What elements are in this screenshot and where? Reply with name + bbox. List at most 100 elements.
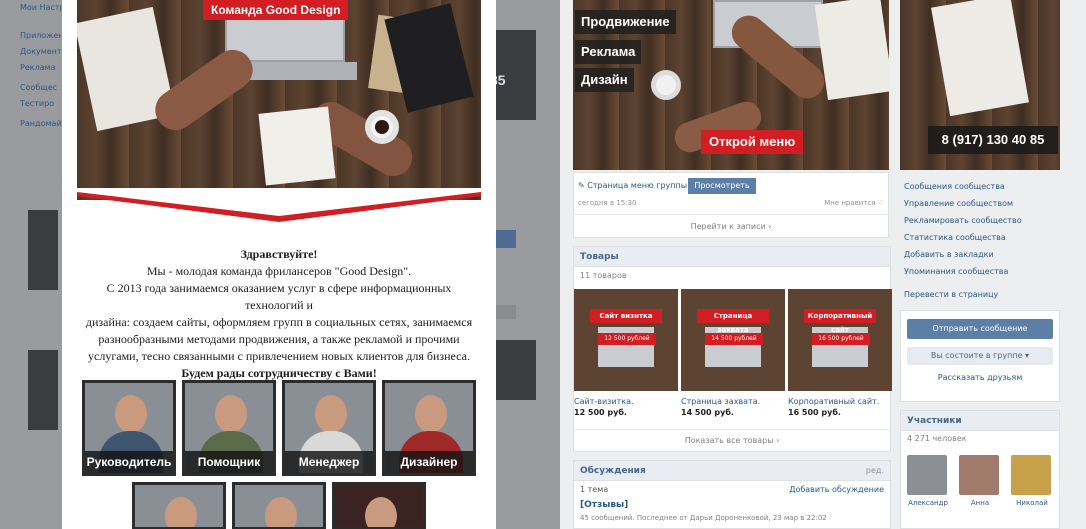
person-photo bbox=[415, 395, 447, 433]
team-role: Менеджер bbox=[285, 451, 373, 473]
screen: Мои Настр Приложен Документы Реклама Соо… bbox=[0, 0, 1086, 529]
community-actions: Отправить сообщение Вы состоите в группе… bbox=[900, 310, 1060, 402]
hero-image: Команда Good Design bbox=[77, 0, 481, 200]
topic-link[interactable]: [Отзывы] bbox=[574, 498, 890, 512]
good-name[interactable]: Корпоративный сайт. bbox=[788, 397, 894, 406]
dimmed-image bbox=[28, 210, 58, 290]
community-page: Продвижение Реклама Дизайн Открой меню ✎… bbox=[560, 0, 1086, 529]
team-card[interactable] bbox=[232, 482, 326, 529]
side-link-bookmarks[interactable]: Добавить в закладки bbox=[900, 246, 1060, 263]
community-admin-links: Сообщения сообщества Управление сообщест… bbox=[900, 178, 1060, 303]
open-menu-banner[interactable]: Открой меню bbox=[701, 130, 804, 154]
hero-chevron-shape bbox=[77, 188, 481, 222]
dimmed-page: Мои Настр Приложен Документы Реклама Соо… bbox=[0, 0, 560, 529]
good-banner: Страница захвата bbox=[697, 309, 769, 334]
good-item[interactable]: Корпоративный сайт 16 500 рублей Корпорат… bbox=[788, 289, 894, 417]
phone-number: 8 (917) 130 40 85 bbox=[928, 126, 1058, 154]
good-image: Корпоративный сайт 16 500 рублей bbox=[788, 289, 892, 391]
person-photo bbox=[315, 395, 347, 433]
show-all-goods-link[interactable]: Показать все товары › bbox=[574, 429, 890, 451]
discussions-summary: 1 тема Добавить обсуждение bbox=[574, 481, 890, 498]
side-link-convert-page[interactable]: Перевести в страницу bbox=[900, 286, 1060, 303]
add-discussion-link[interactable]: Добавить обсуждение bbox=[789, 485, 884, 494]
pin-icon: ✎ bbox=[578, 181, 588, 190]
team-card[interactable] bbox=[132, 482, 226, 529]
greeting-line: разнообразными методами продвижения, а т… bbox=[98, 332, 460, 346]
good-name[interactable]: Страница захвата. bbox=[681, 397, 787, 406]
goods-header[interactable]: Товары bbox=[574, 247, 890, 267]
side-link-stats[interactable]: Статистика сообщества bbox=[900, 229, 1060, 246]
hero-title: Команда Good Design bbox=[203, 0, 349, 20]
side-link-mentions[interactable]: Упоминания сообщества bbox=[900, 263, 1060, 280]
member-name[interactable]: Николай bbox=[1011, 499, 1053, 507]
chevron-right-icon: › bbox=[776, 436, 780, 445]
greeting-heading: Здравствуйте! bbox=[240, 247, 318, 261]
good-banner: Корпоративный сайт bbox=[804, 309, 876, 334]
member-name[interactable]: Александр bbox=[907, 499, 949, 507]
chevron-right-icon: › bbox=[768, 222, 772, 231]
edit-link[interactable]: ред. bbox=[866, 461, 884, 481]
discussions-title: Обсуждения bbox=[580, 466, 646, 476]
team-role: Помощник bbox=[185, 451, 273, 473]
discussions-header[interactable]: Обсуждения ред. bbox=[574, 461, 890, 481]
community-cover[interactable]: Продвижение Реклама Дизайн Открой меню bbox=[573, 0, 889, 170]
good-badge: 16 500 рублей bbox=[812, 333, 870, 345]
chevron-down-icon: ▾ bbox=[1025, 351, 1030, 360]
side-cover: 8 (917) 130 40 85 bbox=[900, 0, 1060, 170]
good-image: Страница захвата 14 500 рублей bbox=[681, 289, 785, 391]
good-badge: 12 500 рублей bbox=[598, 333, 656, 345]
good-banner: Сайт визитка bbox=[590, 309, 662, 323]
avatar bbox=[959, 455, 999, 495]
like-label: Мне нравится bbox=[824, 199, 876, 207]
side-link-advertise[interactable]: Рекламировать сообщество bbox=[900, 212, 1060, 229]
good-price: 12 500 руб. bbox=[574, 408, 627, 417]
coffee-cup-image bbox=[651, 70, 681, 100]
good-price: 14 500 руб. bbox=[681, 408, 734, 417]
good-item[interactable]: Страница захвата 14 500 рублей Страница з… bbox=[681, 289, 787, 417]
goods-title: Товары bbox=[580, 252, 619, 262]
members-count: 4 271 человек bbox=[907, 434, 967, 443]
team-card-assistant[interactable]: Помощник bbox=[182, 380, 276, 476]
side-link-messages[interactable]: Сообщения сообщества bbox=[900, 178, 1060, 195]
greeting-line: С 2013 года занимаемся оказанием услуг в… bbox=[106, 281, 452, 312]
members-title: Участники bbox=[907, 416, 962, 426]
side-link-manage[interactable]: Управление сообществом bbox=[900, 195, 1060, 212]
team-role: Руководитель bbox=[85, 451, 173, 473]
team-card-manager[interactable]: Менеджер bbox=[282, 380, 376, 476]
avatar bbox=[1011, 455, 1051, 495]
member-avatar[interactable]: Александр bbox=[907, 455, 949, 507]
discussions-block: Обсуждения ред. 1 тема Добавить обсужден… bbox=[573, 460, 891, 529]
post-time: сегодня в 15:30 bbox=[578, 199, 637, 207]
team-role: Дизайнер bbox=[385, 451, 473, 473]
team-card[interactable] bbox=[332, 482, 426, 529]
menu-post: ✎ Страница меню группы Просмотреть сегод… bbox=[573, 172, 889, 220]
members-header[interactable]: Участники bbox=[901, 411, 1059, 431]
cover-tag: Реклама bbox=[575, 40, 642, 64]
tell-friends-link[interactable]: Рассказать друзьям bbox=[901, 373, 1059, 382]
members-block: Участники 4 271 человек Александр Анна Н… bbox=[900, 410, 1060, 529]
person-photo bbox=[165, 497, 197, 527]
person-photo bbox=[365, 497, 397, 527]
person-photo bbox=[215, 395, 247, 433]
membership-dropdown[interactable]: Вы состоите в группе ▾ bbox=[907, 347, 1053, 365]
member-avatar[interactable]: Николай bbox=[1011, 455, 1053, 507]
member-avatar[interactable]: Анна bbox=[959, 455, 1001, 507]
send-message-button[interactable]: Отправить сообщение bbox=[907, 319, 1053, 339]
team-card-leader[interactable]: Руководитель bbox=[82, 380, 176, 476]
person-photo bbox=[265, 497, 297, 527]
good-item[interactable]: Сайт визитка 12 500 рублей Сайт-визитка. … bbox=[574, 289, 680, 417]
dimmed-image bbox=[496, 340, 536, 400]
like-button[interactable]: Мне нравится ♡ bbox=[824, 199, 884, 207]
goto-post-link[interactable]: Перейти к записи › bbox=[573, 214, 889, 238]
member-name[interactable]: Анна bbox=[959, 499, 1001, 507]
greeting-line: Мы - молодая команда фрилансеров "Good D… bbox=[146, 264, 412, 278]
view-button[interactable]: Просмотреть bbox=[688, 178, 756, 194]
goods-count: 11 товаров bbox=[580, 271, 627, 280]
cover-tag: Продвижение bbox=[575, 10, 676, 34]
dimmed-image bbox=[28, 350, 58, 430]
team-card-designer[interactable]: Дизайнер bbox=[382, 380, 476, 476]
menu-page-link[interactable]: ✎ Страница меню группы bbox=[578, 181, 687, 190]
goods-block: Товары 11 товаров Сайт визитка 12 500 руб… bbox=[573, 246, 894, 452]
good-name[interactable]: Сайт-визитка. bbox=[574, 397, 680, 406]
cover-tag: Дизайн bbox=[575, 68, 634, 92]
